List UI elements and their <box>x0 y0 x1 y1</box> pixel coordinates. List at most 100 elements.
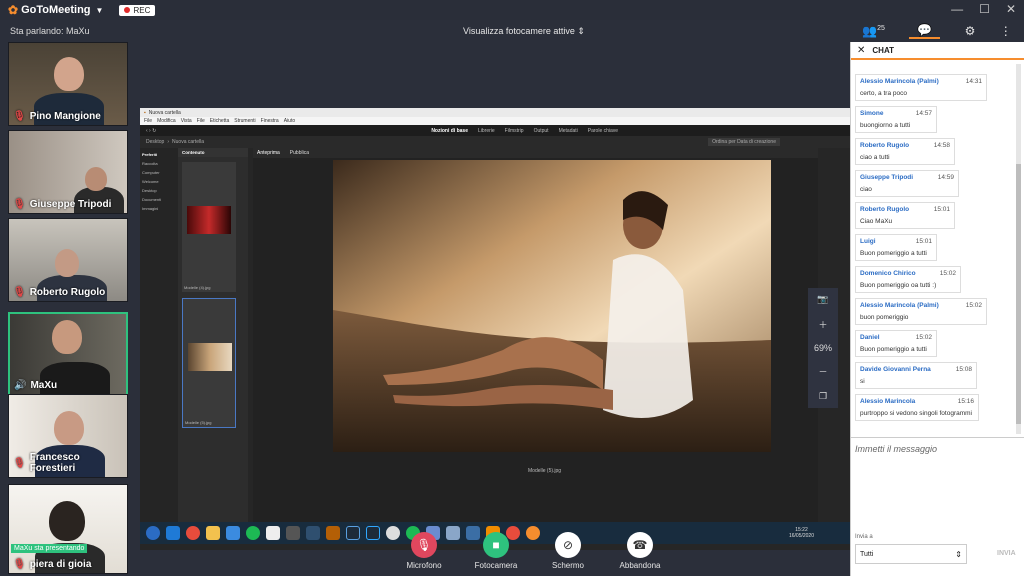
speaker-active-icon: 🔊 <box>14 380 27 391</box>
menu-item[interactable]: Strumenti <box>234 118 255 124</box>
app-icon[interactable] <box>226 526 240 540</box>
breadcrumb-item[interactable]: Desktop <box>146 139 164 145</box>
thumbnail-selected[interactable]: Modelle (5).jpg <box>182 298 236 428</box>
message-sender: Daniel <box>860 334 880 341</box>
zoom-out-button[interactable]: － <box>818 365 827 378</box>
close-icon[interactable]: ✕ <box>857 45 865 56</box>
participant-tile-speaking[interactable]: 🔊 MaXu <box>8 312 128 396</box>
workspace-tab[interactable]: Metadati <box>559 128 578 134</box>
microphone-button[interactable]: 🎙 Microfono <box>399 532 449 576</box>
participant-tile[interactable]: 🎙 Giuseppe Tripodi <box>8 130 128 214</box>
publish-tab[interactable]: Pubblica <box>290 150 309 156</box>
person-head <box>54 411 84 445</box>
more-options-button[interactable]: ⋮ <box>1000 24 1012 38</box>
workspace-tab[interactable]: Filmstrip <box>505 128 524 134</box>
menu-item[interactable]: File <box>144 118 152 124</box>
leave-label: Abbandona <box>619 561 661 570</box>
participant-name: Giuseppe Tripodi <box>29 199 112 210</box>
dropbox-icon[interactable] <box>266 526 280 540</box>
shared-toolbar: ‹ › ↻ Nozioni di base Librerie Filmstrip… <box>140 125 850 136</box>
thumbnail[interactable]: Modelle (4).jpg <box>182 162 236 292</box>
chat-scrollbar[interactable] <box>1016 64 1021 434</box>
scrollbar-thumb[interactable] <box>1016 164 1021 424</box>
participant-tile[interactable]: 🎙 Roberto Rugolo <box>8 218 128 302</box>
workspace-tab[interactable]: Output <box>534 128 549 134</box>
chat-bubble-icon: 💬 <box>917 23 933 37</box>
favorites-title: Preferiti <box>142 152 158 157</box>
recipient-select[interactable]: Tutti ⇕ <box>855 544 967 564</box>
app-menu[interactable]: ✿ GoToMeeting ▼ <box>8 3 103 17</box>
chrome-icon[interactable] <box>186 526 200 540</box>
zoom-level: 69% <box>813 342 832 353</box>
chat-message: Roberto Rugolo 15:01 Ciao MaXu <box>855 202 955 229</box>
message-sender: Giuseppe Tripodi <box>860 174 914 181</box>
menu-item[interactable]: File <box>197 118 205 124</box>
close-window-button[interactable]: ✕ <box>1006 2 1016 16</box>
breadcrumb-item[interactable]: Nuova cartella <box>172 139 204 145</box>
screen-share-button[interactable]: ⊘ Schermo <box>543 532 593 576</box>
spotify-icon[interactable] <box>246 526 260 540</box>
message-sender: Roberto Rugolo <box>860 206 910 213</box>
camera-snapshot-icon[interactable]: 📷 <box>817 294 828 305</box>
message-text: ciao a tutti <box>860 154 890 161</box>
fit-screen-icon[interactable]: ❐ <box>819 391 827 402</box>
camera-button[interactable]: ■ Fotocamera <box>471 532 521 576</box>
favorite-item[interactable]: Immagini <box>142 204 176 213</box>
menu-item[interactable]: Aiuto <box>284 118 295 124</box>
folder-icon[interactable] <box>206 526 220 540</box>
favorite-item[interactable]: Documenti <box>142 195 176 204</box>
maximize-button[interactable]: ☐ <box>979 2 990 16</box>
recording-badge[interactable]: REC <box>119 4 156 16</box>
people-icon: 👥 <box>862 24 878 38</box>
participant-name: Roberto Rugolo <box>29 287 106 298</box>
favorite-item[interactable]: Computer <box>142 168 176 177</box>
sort-dropdown[interactable]: Ordina per Data di creazione <box>708 138 780 146</box>
chat-toggle-button[interactable]: 💬 <box>909 23 941 39</box>
attendees-button[interactable]: 👥25 <box>862 24 885 38</box>
title-bar: ✿ GoToMeeting ▼ REC — ☐ ✕ <box>0 0 1024 20</box>
chat-compose[interactable]: Immetti il messaggio <box>851 437 1024 527</box>
record-dot-icon <box>124 7 131 13</box>
message-text: Buon pomeriggio a tutti <box>860 346 927 353</box>
leave-meeting-button[interactable]: ☎ Abbandona <box>615 532 665 576</box>
participant-name: MaXu <box>30 380 58 391</box>
preview-photo <box>333 160 771 452</box>
gotomeeting-logo-icon: ✿ <box>8 3 19 17</box>
settings-button[interactable]: ⚙ <box>965 24 976 38</box>
start-icon[interactable] <box>146 526 160 540</box>
chat-message: Giuseppe Tripodi 14:59 ciao <box>855 170 959 197</box>
camera-view-selector[interactable]: Visualizza fotocamere attive ⇕ <box>463 26 585 37</box>
menu-item[interactable]: Modifica <box>157 118 176 124</box>
workspace-tab[interactable]: Parole chiave <box>588 128 618 134</box>
app-icon[interactable] <box>286 526 300 540</box>
preview-tab[interactable]: Anteprima <box>257 150 280 156</box>
favorite-item[interactable]: Raccolta <box>142 159 176 168</box>
screen-share-stage: ▪ Nuova cartella File Modifica Vista Fil… <box>132 42 850 576</box>
nav-arrows-icon[interactable]: ‹ › ↻ <box>146 128 156 134</box>
person-head <box>52 320 82 354</box>
participant-tile[interactable]: 🎙 Pino Mangione <box>8 42 128 126</box>
zoom-in-button[interactable]: ＋ <box>818 318 827 331</box>
updown-chevron-icon: ⇕ <box>955 549 962 559</box>
message-input[interactable]: Immetti il messaggio <box>855 444 1021 454</box>
participant-tile[interactable]: 🎙 Francesco Forestieri <box>8 394 128 478</box>
participant-tile[interactable]: MaXu sta presentando 🎙 piera di gioia <box>8 484 128 574</box>
message-time: 15:08 <box>955 366 972 373</box>
chat-message: Davide Giovanni Perna 15:08 si <box>855 362 977 389</box>
message-time: 15:02 <box>965 302 982 309</box>
participant-name: Pino Mangione <box>29 111 101 122</box>
message-sender: Domenico Chirico <box>860 270 916 277</box>
menu-item[interactable]: Finestra <box>261 118 279 124</box>
edge-icon[interactable] <box>166 526 180 540</box>
favorite-item[interactable]: Desktop <box>142 186 176 195</box>
send-button[interactable]: INVIA <box>997 550 1016 557</box>
workspace-tab[interactable]: Nozioni di base <box>431 128 468 134</box>
app-icon[interactable] <box>306 526 320 540</box>
minimize-button[interactable]: — <box>951 2 963 16</box>
menu-item[interactable]: Vista <box>181 118 192 124</box>
message-time: 15:02 <box>939 270 956 277</box>
favorite-item[interactable]: Welcome <box>142 177 176 186</box>
workspace-tab[interactable]: Librerie <box>478 128 495 134</box>
camera-view-label: Visualizza fotocamere attive <box>463 26 575 36</box>
menu-item[interactable]: Etichetta <box>210 118 229 124</box>
